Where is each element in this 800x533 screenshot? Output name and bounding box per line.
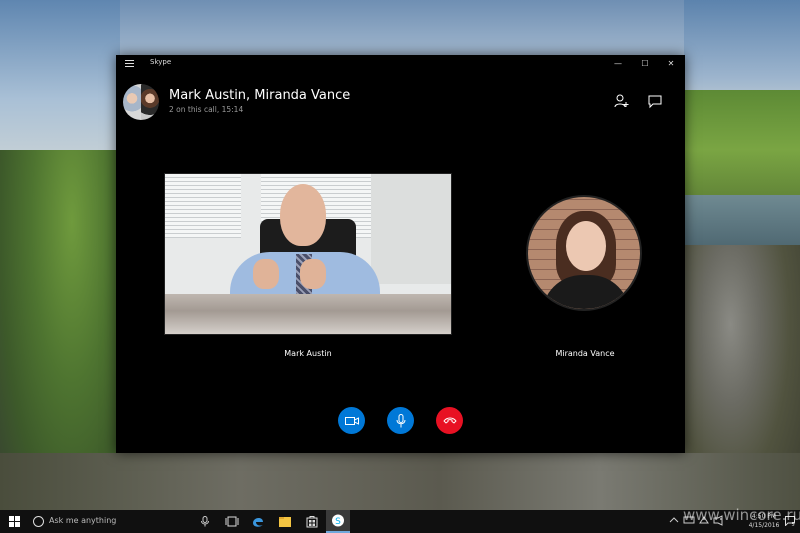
video-person-hand — [300, 259, 326, 289]
toggle-mic-button[interactable] — [387, 407, 414, 434]
hamburger-menu-icon[interactable] — [125, 60, 134, 68]
avatar-face — [566, 221, 606, 271]
chat-icon[interactable] — [647, 93, 663, 109]
video-window-blinds — [165, 174, 241, 238]
watermark: www.wincore.ru — [683, 506, 800, 524]
windows-start-icon[interactable] — [9, 516, 20, 527]
video-person-head — [280, 184, 326, 246]
video-desk — [165, 294, 451, 334]
task-view-icon[interactable] — [224, 514, 240, 529]
add-person-icon[interactable] — [614, 93, 630, 109]
file-explorer-icon[interactable] — [277, 514, 293, 529]
microphone-icon — [396, 413, 405, 427]
call-title: Mark Austin, Miranda Vance — [169, 88, 351, 103]
edge-browser-icon[interactable] — [250, 514, 266, 529]
end-call-button[interactable] — [436, 407, 463, 434]
desktop-lake — [684, 195, 800, 250]
taskbar: Ask me anything S 4:50 PM 4/15/2016 5 — [0, 510, 800, 533]
call-status: 2 on this call, 15:14 — [169, 105, 244, 114]
cortana-search-box[interactable]: Ask me anything — [28, 512, 218, 531]
video-wall — [371, 174, 451, 284]
skype-taskbar-button[interactable]: S — [326, 510, 350, 533]
avatar-miranda-vance — [141, 84, 159, 120]
desktop-ground — [0, 453, 800, 510]
svg-text:S: S — [335, 517, 341, 527]
avatar-mark-austin — [123, 84, 141, 120]
group-avatar[interactable] — [123, 84, 159, 120]
video-feed-mark-austin[interactable] — [164, 173, 452, 335]
skype-window: Skype — ☐ ✕ Mark Austin, Miranda Vance 2… — [116, 55, 685, 453]
title-bar[interactable]: Skype — ☐ ✕ — [116, 55, 685, 73]
participant-name: Mark Austin — [284, 349, 332, 358]
app-title: Skype — [150, 58, 172, 66]
minimize-button[interactable]: — — [611, 57, 625, 71]
participant-avatar-miranda-vance[interactable] — [526, 195, 642, 311]
store-icon[interactable] — [304, 514, 320, 529]
search-placeholder: Ask me anything — [49, 516, 117, 525]
avatar-body — [542, 275, 630, 309]
participant-name: Miranda Vance — [555, 349, 615, 358]
close-button[interactable]: ✕ — [664, 57, 678, 71]
maximize-button[interactable]: ☐ — [638, 57, 652, 71]
cortana-icon — [33, 516, 44, 527]
end-call-icon — [442, 417, 457, 424]
video-person-hand — [253, 259, 279, 289]
desktop-hill-right — [684, 90, 800, 210]
toggle-video-button[interactable] — [338, 407, 365, 434]
video-camera-icon — [344, 416, 359, 425]
microphone-icon[interactable] — [200, 516, 210, 527]
skype-icon: S — [332, 514, 344, 527]
